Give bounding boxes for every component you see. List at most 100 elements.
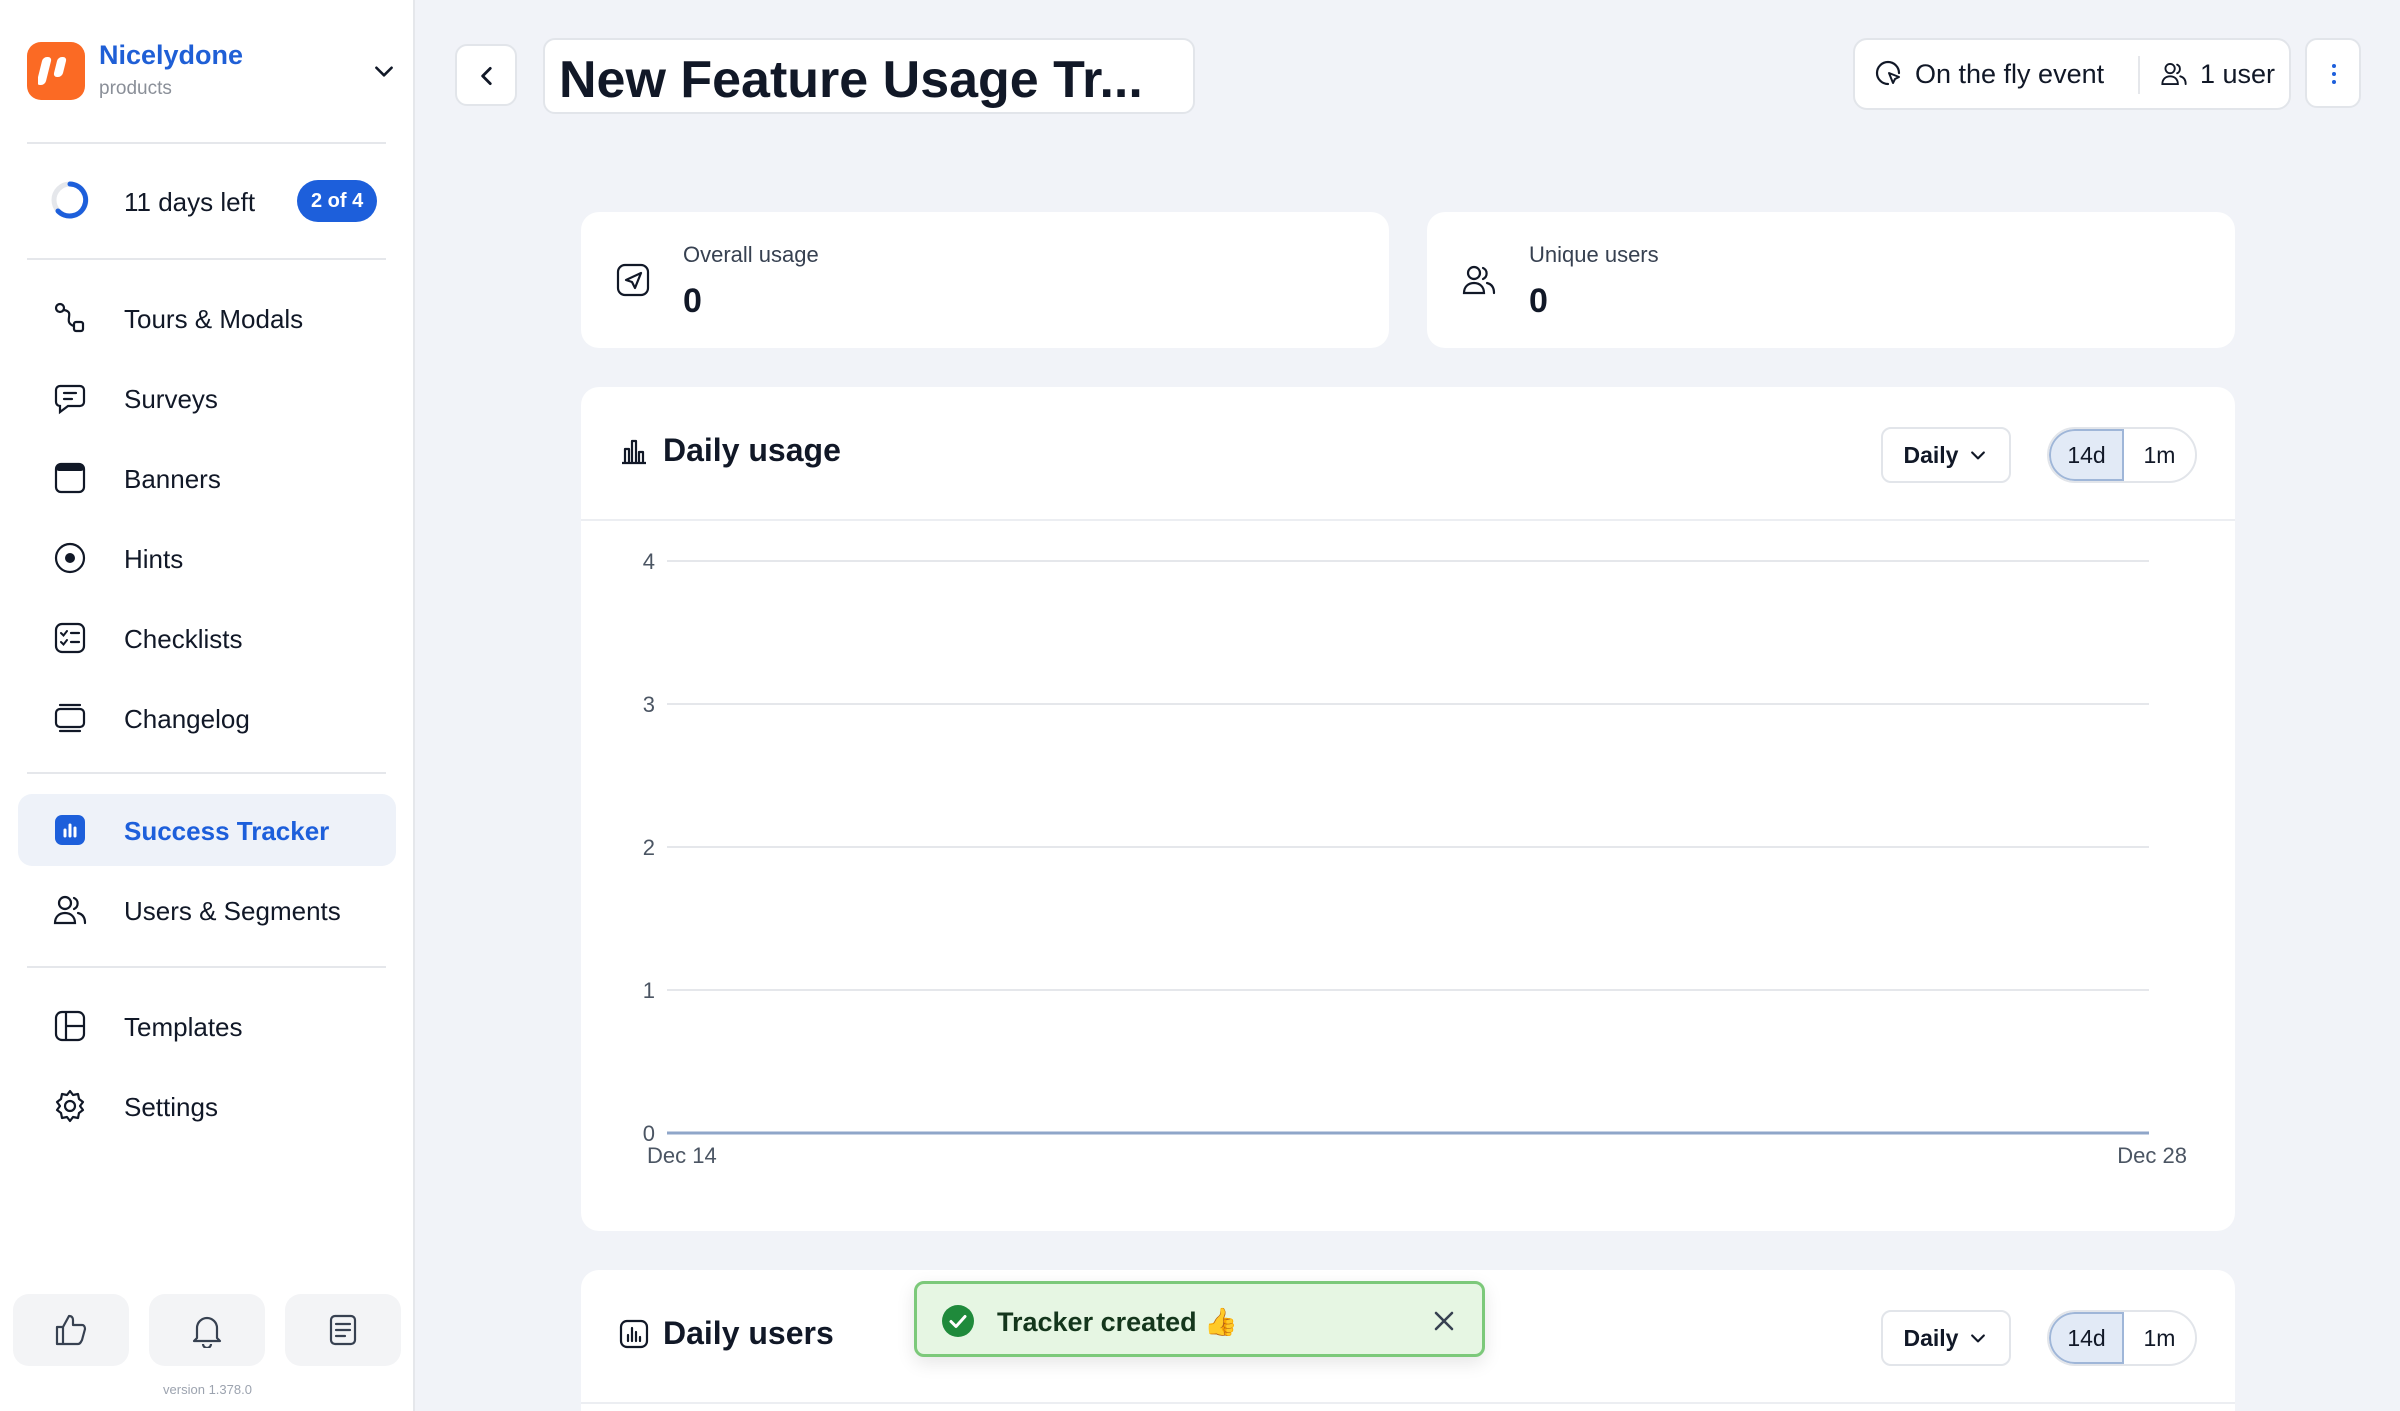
range-1m-button[interactable]: 1m bbox=[2124, 429, 2195, 481]
divider bbox=[27, 966, 386, 968]
sidebar-item-templates[interactable]: Templates bbox=[18, 990, 396, 1062]
sidebar: Nicelydone products 11 days left 2 of 4 … bbox=[0, 0, 415, 1411]
trial-status[interactable]: 11 days left 2 of 4 bbox=[27, 172, 387, 232]
stat-value: 0 bbox=[1529, 282, 1548, 320]
click-event-icon bbox=[1875, 60, 1901, 86]
surveys-icon bbox=[54, 384, 86, 415]
sidebar-item-label: Checklists bbox=[124, 624, 243, 654]
period-select-value: Daily bbox=[1903, 441, 1959, 468]
sidebar-item-label: Settings bbox=[124, 1092, 218, 1122]
back-button[interactable] bbox=[455, 44, 517, 106]
period-select[interactable]: Daily bbox=[1881, 1310, 2011, 1366]
notifications-button[interactable] bbox=[149, 1294, 265, 1366]
users-icon bbox=[1462, 265, 1496, 295]
bell-icon bbox=[192, 1316, 222, 1348]
sidebar-item-tours-modals[interactable]: Tours & Modals bbox=[18, 282, 396, 354]
onboarding-step-badge[interactable]: 2 of 4 bbox=[297, 180, 378, 222]
x-tick-label: Dec 28 bbox=[2117, 1143, 2187, 1168]
feedback-button[interactable] bbox=[13, 1294, 129, 1366]
card-title: Daily users bbox=[619, 1315, 834, 1352]
sidebar-item-label: Surveys bbox=[124, 384, 218, 414]
workspace-name: Nicelydone bbox=[99, 40, 244, 70]
sidebar-item-checklists[interactable]: Checklists bbox=[18, 602, 396, 674]
period-select-value: Daily bbox=[1903, 1324, 1959, 1351]
daily-usage-title: Daily usage bbox=[663, 432, 841, 468]
users-count-label: 1 user bbox=[2200, 58, 2276, 89]
banners-icon bbox=[54, 462, 86, 494]
chevron-down-icon bbox=[1971, 451, 1986, 460]
period-select[interactable]: Daily bbox=[1881, 427, 2011, 483]
chevron-down-icon bbox=[375, 66, 393, 77]
sidebar-item-settings[interactable]: Settings bbox=[18, 1070, 396, 1142]
daily-users-title: Daily users bbox=[663, 1315, 834, 1351]
divider bbox=[27, 772, 386, 774]
divider bbox=[27, 142, 386, 144]
tracker-title-field[interactable]: New Feature Usage Tr... bbox=[543, 38, 1195, 114]
sidebar-item-label: Templates bbox=[124, 1012, 243, 1042]
templates-icon bbox=[54, 1010, 86, 1042]
stat-value: 0 bbox=[683, 282, 702, 320]
range-toggle: 14d 1m bbox=[2047, 1310, 2197, 1366]
kebab-menu-icon bbox=[2332, 64, 2336, 84]
tours-icon bbox=[54, 302, 85, 333]
stat-label: Overall usage bbox=[683, 242, 819, 267]
y-tick-label: 2 bbox=[643, 835, 655, 860]
y-tick-label: 1 bbox=[643, 978, 655, 1003]
thumbs-up-icon bbox=[55, 1314, 87, 1346]
changelog-icon bbox=[54, 703, 86, 733]
checklists-icon bbox=[54, 622, 86, 654]
divider bbox=[2138, 56, 2140, 94]
unique-users-card: Unique users 0 bbox=[1427, 212, 2235, 348]
sidebar-item-changelog[interactable]: Changelog bbox=[18, 682, 396, 754]
sidebar-item-label: Users & Segments bbox=[124, 896, 341, 926]
y-tick-label: 4 bbox=[643, 549, 655, 574]
x-tick-label: Dec 14 bbox=[647, 1143, 717, 1168]
docs-button[interactable] bbox=[285, 1294, 401, 1366]
sidebar-item-users-segments[interactable]: Users & Segments bbox=[18, 874, 396, 946]
workspace-switcher[interactable]: Nicelydone products bbox=[27, 40, 397, 102]
sidebar-item-label: Success Tracker bbox=[124, 816, 330, 846]
chevron-down-icon bbox=[1971, 1334, 1986, 1343]
sidebar-item-label: Hints bbox=[124, 544, 184, 574]
sidebar-item-label: Tours & Modals bbox=[124, 304, 304, 334]
sidebar-item-hints[interactable]: Hints bbox=[18, 522, 396, 594]
bar-chart-box-icon bbox=[619, 1319, 649, 1348]
overall-usage-card: Overall usage 0 bbox=[581, 212, 1389, 348]
bar-chart-icon bbox=[622, 439, 646, 464]
event-type-button[interactable]: On the fly event bbox=[1875, 40, 2104, 108]
page-title: New Feature Usage Tr... bbox=[559, 51, 1143, 109]
toast-message: Tracker created 👍 bbox=[997, 1307, 1238, 1337]
sidebar-item-label: Banners bbox=[124, 464, 221, 494]
app-version: version 1.378.0 bbox=[163, 1382, 252, 1397]
range-14d-button[interactable]: 14d bbox=[2049, 429, 2124, 481]
divider bbox=[581, 1402, 2235, 1404]
daily-usage-chart: 01234Dec 14 Dec 28 bbox=[643, 549, 2187, 1168]
workspace-subtitle: products bbox=[99, 78, 172, 99]
range-toggle: 14d 1m bbox=[2047, 427, 2197, 483]
stat-label: Unique users bbox=[1529, 242, 1659, 267]
check-circle-icon bbox=[942, 1305, 974, 1337]
y-tick-label: 3 bbox=[643, 692, 655, 717]
overall-usage-icon bbox=[616, 263, 650, 297]
users-icon bbox=[2161, 62, 2187, 86]
sidebar-item-banners[interactable]: Banners bbox=[18, 442, 396, 514]
range-14d-button[interactable]: 14d bbox=[2049, 1312, 2124, 1364]
daily-usage-card: Daily usage Daily 14d 1m 0 1 2 3 4 Dec 14 Dec … bbox=[581, 387, 2235, 1231]
tracker-meta: On the fly event 1 user bbox=[1853, 38, 2291, 110]
success-tracker-icon bbox=[55, 815, 85, 845]
sidebar-item-surveys[interactable]: Surveys bbox=[18, 362, 396, 434]
close-icon[interactable] bbox=[1431, 1308, 1457, 1334]
divider bbox=[27, 258, 386, 260]
chevron-left-icon bbox=[481, 67, 492, 85]
event-type-label: On the fly event bbox=[1915, 58, 2105, 89]
card-title: Daily usage bbox=[619, 432, 841, 469]
success-toast: Tracker created 👍 bbox=[914, 1281, 1485, 1357]
more-options-button[interactable] bbox=[2305, 38, 2361, 108]
users-icon bbox=[53, 895, 87, 925]
sidebar-item-label: Changelog bbox=[124, 704, 250, 734]
sidebar-item-success-tracker[interactable]: Success Tracker bbox=[18, 794, 396, 866]
trial-progress-ring bbox=[51, 181, 89, 219]
range-1m-button[interactable]: 1m bbox=[2124, 1312, 2195, 1364]
trial-days-left: 11 days left bbox=[124, 187, 256, 217]
users-count-button[interactable]: 1 user bbox=[2160, 40, 2275, 108]
